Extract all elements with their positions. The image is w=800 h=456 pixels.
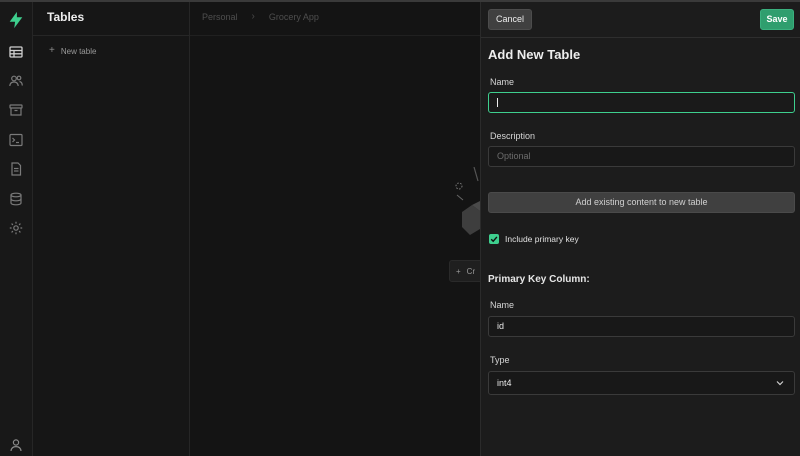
breadcrumb: Personal › Grocery App [202,11,319,22]
description-placeholder: Optional [497,151,531,161]
pk-name-input[interactable]: id [488,316,795,337]
tables-sidebar: Tables + New table [33,2,190,456]
breadcrumb-item-project[interactable]: Personal [202,12,238,22]
panel-title: Add New Table [488,47,581,62]
pk-name-value: id [497,321,505,331]
include-primary-key-checkbox[interactable] [489,234,499,244]
main-content: Personal › Grocery App + Cr [190,2,489,456]
plus-icon: + [456,266,461,276]
document-icon[interactable] [8,161,24,177]
pk-type-value: int4 [497,378,512,388]
breadcrumb-item-app[interactable]: Grocery App [269,12,319,22]
user-profile-icon[interactable] [8,437,24,453]
users-icon[interactable] [8,73,24,89]
empty-state-illustration [452,166,480,237]
create-button-label: Cr [466,266,476,276]
pk-type-label: Type [490,355,510,365]
divider [33,35,190,36]
new-table-button[interactable]: + New table [49,46,96,56]
table-editor-icon[interactable] [8,44,24,60]
pk-type-select[interactable]: int4 [488,371,795,395]
chevron-right-icon: › [251,11,255,22]
sidebar-title: Tables [47,10,85,24]
description-input[interactable]: Optional [488,146,795,167]
archive-icon[interactable] [8,102,24,118]
divider [190,35,480,36]
new-table-label: New table [60,46,97,56]
text-caret [497,98,498,108]
icon-rail [0,2,33,456]
save-button[interactable]: Save [760,9,794,30]
chevron-down-icon [776,381,784,386]
cancel-button[interactable]: Cancel [488,9,532,30]
terminal-icon[interactable] [8,132,24,148]
name-label: Name [490,77,515,87]
primary-key-heading: Primary Key Column: [488,274,590,285]
plus-icon: + [49,45,55,56]
settings-gear-icon[interactable] [8,220,24,236]
add-existing-content-button[interactable]: Add existing content to new table [488,192,795,213]
logo-bolt-icon[interactable] [7,11,25,29]
add-table-panel: Cancel Save Add New Table Name Descripti… [480,2,800,456]
include-primary-key-label[interactable]: Include primary key [505,234,579,244]
pk-name-label: Name [490,300,515,310]
description-label: Description [490,131,536,141]
table-name-input[interactable] [488,92,795,113]
divider [481,37,800,38]
check-icon [490,236,498,243]
database-icon[interactable] [8,191,24,207]
